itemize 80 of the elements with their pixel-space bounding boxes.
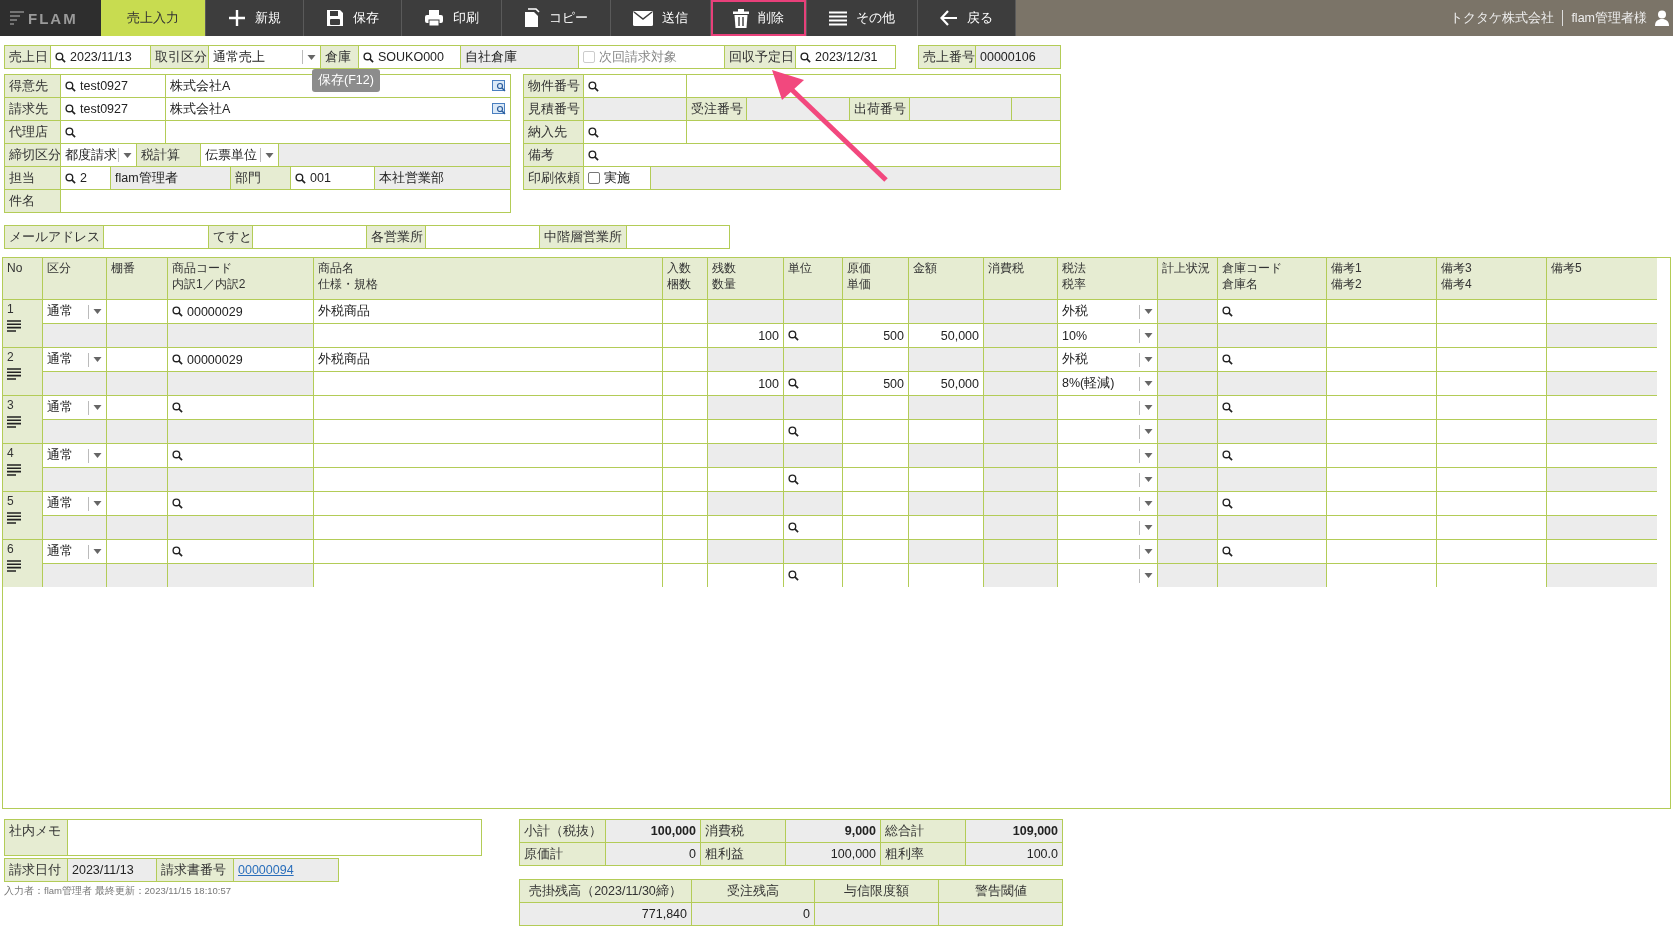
field-label: 粗利益 xyxy=(701,843,785,865)
column-header: 原価 単価 xyxy=(843,258,908,299)
field-label: 倉庫 xyxy=(321,46,358,68)
field-label: 請求先 xyxy=(5,98,60,120)
field-label: 受注番号 xyxy=(687,98,746,120)
readonly-field: 2023/11/13 xyxy=(68,859,156,881)
column-header: 商品名 仕様・規格 xyxy=(314,258,662,299)
total-value: 100,000 xyxy=(786,843,880,865)
field-label: 印刷依頼 xyxy=(524,167,583,189)
user-name: flam管理者様 xyxy=(1571,9,1647,27)
row-number: 3 xyxy=(7,398,14,412)
column-header: 単位 xyxy=(784,258,842,299)
field-label: 売上番号 xyxy=(919,46,975,68)
column-header: 残数 数量 xyxy=(708,258,783,299)
row-number: 6 xyxy=(7,542,14,556)
field-label: 物件番号 xyxy=(524,75,583,97)
total-value: 100,000 xyxy=(606,820,700,842)
field-label: 請求日付 xyxy=(5,859,67,881)
readonly-field: 00000106 xyxy=(976,46,1060,68)
field-label: 警告閾値 xyxy=(939,880,1062,902)
row-number: 1 xyxy=(7,302,14,316)
field-label: 売上日 xyxy=(5,46,50,68)
field-label: 小計（税抜） xyxy=(520,820,605,842)
field-label: 社内メモ xyxy=(5,820,67,855)
field-label: 総合計 xyxy=(881,820,965,842)
row-number: 5 xyxy=(7,494,14,508)
readonly-field: flam管理者 xyxy=(111,167,230,189)
column-header: 備考1 備考2 xyxy=(1327,258,1436,299)
column-header: No xyxy=(3,258,42,299)
column-header: 入数 梱数 xyxy=(663,258,707,299)
field-label: 回収予定日 xyxy=(725,46,795,68)
column-header: 区分 xyxy=(43,258,106,299)
checkbox-label: 次回請求対象 xyxy=(599,48,677,66)
total-value: 100.0 xyxy=(966,843,1062,865)
column-header: 備考5 xyxy=(1547,258,1657,299)
field-label: 中階層営業所 xyxy=(540,226,626,248)
column-header: 棚番 xyxy=(107,258,167,299)
field-label: 出荷番号 xyxy=(850,98,909,120)
field-label: 売掛残高（2023/11/30締） xyxy=(520,880,691,902)
field-label: 与信限度額 xyxy=(815,880,938,902)
field-label: 受注残高 xyxy=(692,880,814,902)
field-label: 備考 xyxy=(524,144,583,166)
field-label: 各営業所 xyxy=(367,226,425,248)
column-header: 備考3 備考4 xyxy=(1437,258,1546,299)
total-value: 0 xyxy=(606,843,700,865)
total-value: 9,000 xyxy=(786,820,880,842)
readonly-field: 0 xyxy=(692,903,814,925)
field-label: メールアドレス xyxy=(5,226,103,248)
column-header: 税法 税率 xyxy=(1058,258,1157,299)
total-value: 109,000 xyxy=(966,820,1062,842)
row-number: 2 xyxy=(7,350,14,364)
column-header: 計上状況 xyxy=(1158,258,1217,299)
field-label: 取引区分 xyxy=(151,46,208,68)
field-label: 締切区分 xyxy=(5,144,60,166)
field-label: 粗利率 xyxy=(881,843,965,865)
field-label: 担当 xyxy=(5,167,60,189)
tooltip: 保存(F12) xyxy=(312,69,380,92)
footer-note: 入力者：flam管理者 最終更新：2023/11/15 18:10:57 xyxy=(4,885,233,898)
checkbox-label: 実施 xyxy=(604,169,630,187)
field-label: 税計算 xyxy=(137,144,200,166)
field-label: 見積番号 xyxy=(524,98,583,120)
field-label: 件名 xyxy=(5,190,60,212)
company-name: トクタケ株式会社 xyxy=(1450,9,1555,27)
column-header: 消費税 xyxy=(984,258,1057,299)
field-label: 納入先 xyxy=(524,121,583,143)
readonly-field: 771,840 xyxy=(520,903,691,925)
field-label: 消費税 xyxy=(701,820,785,842)
column-header: 商品コード 内訳1／内訳2 xyxy=(168,258,313,299)
readonly-field: 自社倉庫 xyxy=(461,46,578,68)
row-number: 4 xyxy=(7,446,14,460)
field-label: 原価計 xyxy=(520,843,605,865)
field-label: 請求書番号 xyxy=(157,859,233,881)
logo-text: FLAM xyxy=(28,9,78,27)
field-label: てすと xyxy=(209,226,252,248)
field-label: 代理店 xyxy=(5,121,60,143)
field-label: 得意先 xyxy=(5,75,60,97)
column-header: 金額 xyxy=(909,258,983,299)
field-label: 部門 xyxy=(231,167,290,189)
column-header: 倉庫コード 倉庫名 xyxy=(1218,258,1326,299)
readonly-field: 本社営業部 xyxy=(375,167,510,189)
